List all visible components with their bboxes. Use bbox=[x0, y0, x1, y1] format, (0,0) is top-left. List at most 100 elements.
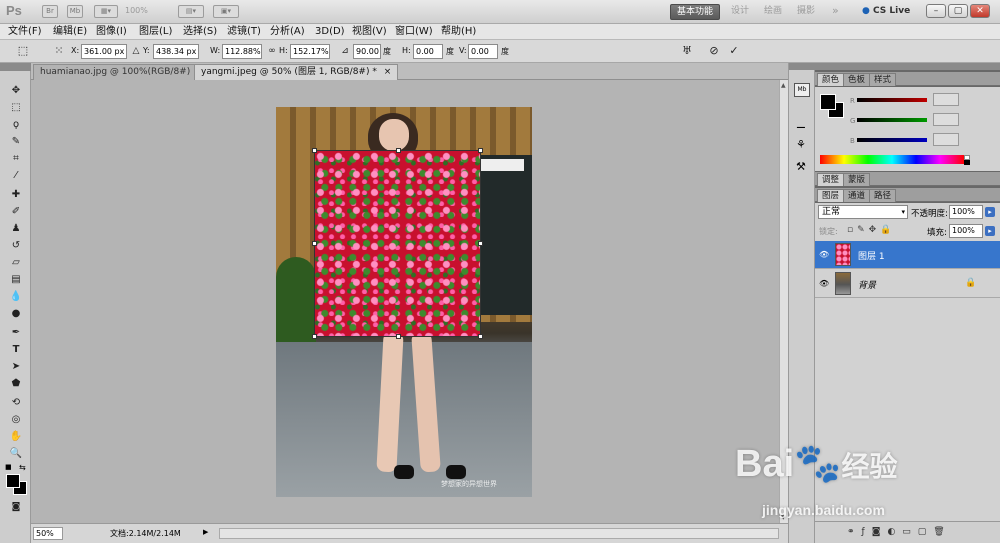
transform-handle[interactable] bbox=[478, 241, 483, 246]
3d-orbit-tool-icon[interactable]: ◎ bbox=[8, 412, 24, 427]
blend-mode-select[interactable]: 正常 ▾ bbox=[818, 205, 908, 219]
cs-live-button[interactable]: ● CS Live bbox=[862, 4, 910, 20]
menu-image[interactable]: 图像(I) bbox=[96, 25, 127, 39]
opacity-input[interactable]: 100% bbox=[949, 205, 983, 219]
shape-tool-icon[interactable]: ⬟ bbox=[8, 376, 24, 391]
menu-layer[interactable]: 图层(L) bbox=[139, 25, 172, 39]
fill-input[interactable]: 100% bbox=[949, 224, 983, 238]
tab-channels[interactable]: 通道 bbox=[843, 189, 871, 202]
link-proportions-icon[interactable]: ∞ bbox=[265, 44, 279, 58]
close-button[interactable]: ✕ bbox=[970, 4, 990, 18]
menu-view[interactable]: 视图(V) bbox=[352, 25, 387, 39]
default-colors-icon[interactable]: ■ bbox=[5, 463, 12, 471]
mini-bridge-panel-icon[interactable]: Mb bbox=[794, 83, 810, 97]
menu-select[interactable]: 选择(S) bbox=[183, 25, 217, 39]
horizontal-scrollbar[interactable] bbox=[219, 528, 779, 539]
brush-tool-icon[interactable]: ✐ bbox=[8, 204, 24, 219]
transform-handle[interactable] bbox=[312, 241, 317, 246]
tab-styles[interactable]: 样式 bbox=[869, 73, 897, 86]
layer-row-background[interactable]: 👁 背景 🔒 bbox=[815, 270, 1000, 298]
move-tool-icon[interactable]: ✥ bbox=[8, 83, 24, 98]
layer-row-layer1[interactable]: 👁 图层 1 bbox=[815, 241, 1000, 269]
menu-filter[interactable]: 滤镜(T) bbox=[227, 25, 261, 39]
spot-healing-tool-icon[interactable]: ✚ bbox=[8, 187, 24, 202]
r-slider[interactable] bbox=[857, 98, 927, 102]
canvas-area[interactable]: 梦想家的异想世界 bbox=[31, 80, 779, 523]
history-brush-tool-icon[interactable]: ↺ bbox=[8, 238, 24, 253]
tab-huamianao[interactable]: huamianao.jpg @ 100%(RGB/8#) × bbox=[33, 64, 212, 80]
3d-rotate-tool-icon[interactable]: ⟲ bbox=[8, 395, 24, 410]
rotation-input[interactable] bbox=[353, 44, 381, 59]
cancel-transform-icon[interactable]: ⊘ bbox=[707, 44, 721, 58]
mini-bridge-icon[interactable]: Mb bbox=[67, 5, 83, 18]
floral-pattern-layer[interactable] bbox=[312, 148, 483, 339]
lock-icons[interactable]: ▫✎✥🔒 bbox=[847, 225, 895, 235]
workspace-design[interactable]: 设计 bbox=[725, 4, 755, 20]
color-ramp[interactable] bbox=[820, 155, 964, 164]
eraser-tool-icon[interactable]: ▱ bbox=[8, 255, 24, 270]
r-input[interactable] bbox=[933, 93, 959, 106]
tools-panel-header[interactable] bbox=[0, 63, 31, 71]
zoom-tool-icon[interactable]: 🔍 bbox=[8, 446, 24, 461]
layer-action-icons[interactable]: ⚭ƒ◙◐▭▢🗑 bbox=[847, 527, 952, 537]
b-slider[interactable] bbox=[857, 138, 927, 142]
fill-slider-icon[interactable]: ▸ bbox=[985, 226, 995, 236]
workspace-photography[interactable]: 摄影 bbox=[791, 4, 821, 20]
y-position-input[interactable] bbox=[153, 44, 199, 59]
gradient-tool-icon[interactable]: ▤ bbox=[8, 272, 24, 287]
menu-file[interactable]: 文件(F) bbox=[8, 25, 42, 39]
opacity-slider-icon[interactable]: ▸ bbox=[985, 207, 995, 217]
width-scale-input[interactable] bbox=[222, 44, 262, 59]
tab-paths[interactable]: 路径 bbox=[869, 189, 897, 202]
clone-stamp-tool-icon[interactable]: ♟ bbox=[8, 221, 24, 236]
marquee-tool-icon[interactable]: ⬚ bbox=[8, 100, 24, 115]
document-image[interactable]: 梦想家的异想世界 bbox=[276, 107, 532, 497]
eye-icon[interactable]: 👁 bbox=[819, 250, 829, 260]
quick-select-tool-icon[interactable]: ✎ bbox=[8, 134, 24, 149]
transform-handle[interactable] bbox=[312, 334, 317, 339]
menu-3d[interactable]: 3D(D) bbox=[315, 25, 345, 39]
transform-handle[interactable] bbox=[396, 334, 401, 339]
workspace-essentials[interactable]: 基本功能 bbox=[670, 4, 721, 20]
eye-icon[interactable]: 👁 bbox=[819, 279, 829, 289]
b-input[interactable] bbox=[933, 133, 959, 146]
menu-window[interactable]: 窗口(W) bbox=[395, 25, 433, 39]
commit-transform-icon[interactable]: ✓ bbox=[727, 44, 741, 58]
g-slider[interactable] bbox=[857, 118, 927, 122]
dodge-tool-icon[interactable]: ● bbox=[8, 306, 24, 321]
type-tool-icon[interactable]: T bbox=[8, 342, 24, 357]
swap-colors-icon[interactable]: ⇆ bbox=[19, 463, 26, 472]
zoom-level[interactable]: 100% bbox=[125, 6, 148, 15]
tool-presets-icon[interactable]: ⚒ bbox=[796, 160, 806, 173]
color-ramp-black[interactable] bbox=[964, 160, 970, 165]
restore-button[interactable]: ▢ bbox=[948, 4, 968, 18]
status-zoom-input[interactable]: 50% bbox=[33, 527, 63, 540]
scroll-up-icon[interactable]: ▲ bbox=[781, 82, 786, 89]
x-position-input[interactable] bbox=[81, 44, 127, 59]
lasso-tool-icon[interactable]: ϙ bbox=[8, 117, 24, 132]
v-skew-input[interactable] bbox=[468, 44, 498, 59]
tab-yangmi[interactable]: yangmi.jpeg @ 50% (图层 1, RGB/8#) * × bbox=[194, 64, 399, 80]
h-skew-input[interactable] bbox=[413, 44, 443, 59]
warp-mode-icon[interactable]: ♅ bbox=[680, 44, 694, 58]
tab-layers[interactable]: 图层 bbox=[817, 189, 845, 202]
crop-tool-icon[interactable]: ⌗ bbox=[8, 151, 24, 166]
screen-mode-icon[interactable]: ▣▾ bbox=[213, 5, 239, 18]
tab-swatches[interactable]: 色板 bbox=[843, 73, 871, 86]
pen-tool-icon[interactable]: ✒ bbox=[8, 325, 24, 340]
dock-header[interactable] bbox=[789, 63, 816, 70]
menu-edit[interactable]: 编辑(E) bbox=[53, 25, 87, 39]
clone-source-icon[interactable]: ⚘ bbox=[796, 138, 806, 151]
more-workspaces-icon[interactable]: » bbox=[826, 4, 845, 20]
hand-tool-icon[interactable]: ✋ bbox=[8, 429, 24, 444]
extras-menu-icon[interactable]: ▦▾ bbox=[94, 5, 118, 18]
foreground-color-swatch[interactable] bbox=[6, 474, 20, 488]
blur-tool-icon[interactable]: 💧 bbox=[8, 289, 24, 304]
brush-presets-icon[interactable]: ⚊ bbox=[796, 118, 806, 131]
g-input[interactable] bbox=[933, 113, 959, 126]
tab-color[interactable]: 颜色 bbox=[817, 73, 845, 86]
transform-handle[interactable] bbox=[312, 148, 317, 153]
menu-help[interactable]: 帮助(H) bbox=[441, 25, 476, 39]
path-select-tool-icon[interactable]: ➤ bbox=[8, 359, 24, 374]
bridge-icon[interactable]: Br bbox=[42, 5, 58, 18]
